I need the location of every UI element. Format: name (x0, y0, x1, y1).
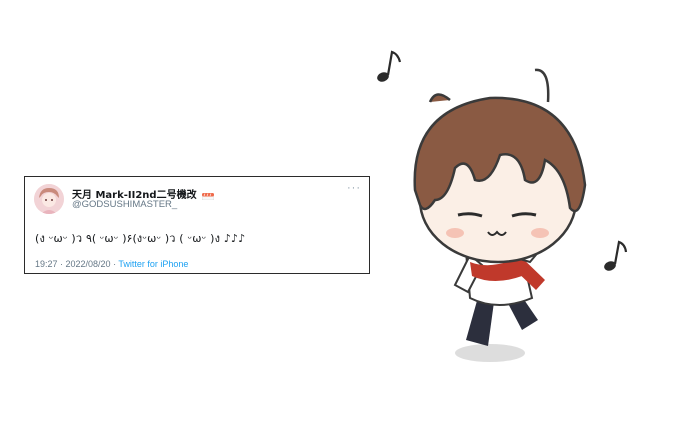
sushi-icon (201, 192, 215, 200)
more-options-button[interactable]: ··· (347, 182, 361, 194)
tweet-timestamp[interactable]: 19:27 · 2022/08/20 · (35, 259, 118, 269)
user-avatar[interactable] (34, 184, 64, 214)
tweet-text: (ง ᵕωᵕ )ว ٩( ᵕωᵕ )۶(งᵕωᵕ )ว ( ᵕωᵕ )ง ♪♪♪ (35, 232, 246, 245)
tweet-meta: 19:27 · 2022/08/20 · Twitter for iPhone (35, 259, 188, 269)
user-handle[interactable]: @GODSUSHIMASTER_ (72, 199, 177, 210)
chibi-character-illustration (377, 50, 628, 362)
tweet-source-link[interactable]: Twitter for iPhone (118, 259, 188, 269)
music-note-icon (604, 240, 628, 271)
music-note-icon (377, 50, 402, 82)
tweet-card[interactable]: 天月 Mark-II2nd二号機改 @GODSUSHIMASTER_ ··· (… (24, 176, 370, 274)
